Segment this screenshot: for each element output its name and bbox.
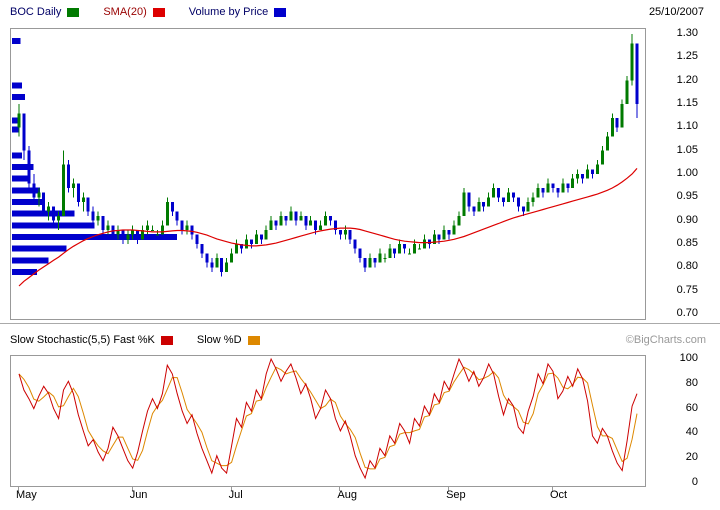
month-label: Jul <box>229 489 243 501</box>
price-tick-label: 1.10 <box>648 120 698 132</box>
price-series-swatch-icon <box>67 8 79 17</box>
price-candlestick-chart <box>11 29 645 319</box>
chart-date-label: 25/10/2007 <box>649 6 704 18</box>
stochastic-tick-label: 0 <box>648 476 698 488</box>
price-chart-frame <box>10 28 646 320</box>
stochastic-tick-label: 40 <box>648 426 698 438</box>
price-tick-label: 0.90 <box>648 214 698 226</box>
month-label: Oct <box>550 489 567 501</box>
stochastic-label: Slow Stochastic(5,5) Fast %K <box>10 334 155 346</box>
price-tick-label: 0.80 <box>648 260 698 272</box>
bigcharts-watermark-link[interactable]: ©BigCharts.com <box>626 334 706 346</box>
price-tick-label: 0.70 <box>648 307 698 319</box>
month-label: May <box>16 489 37 501</box>
stochastic-legend: Slow Stochastic(5,5) Fast %K Slow %D ©Big… <box>0 334 720 348</box>
month-label: Aug <box>337 489 357 501</box>
vbp-series-swatch-icon <box>274 8 286 17</box>
price-tick-label: 1.05 <box>648 144 698 156</box>
stochastic-line-chart <box>11 356 645 486</box>
fast-k-swatch-icon <box>161 336 173 345</box>
stochastic-tick-label: 100 <box>648 352 698 364</box>
vbp-series-label: Volume by Price <box>189 6 268 18</box>
bigcharts-stock-chart-page: BOC Daily SMA(20) Volume by Price 25/10/20… <box>0 0 720 510</box>
price-tick-label: 0.75 <box>648 284 698 296</box>
slow-d-label: Slow %D <box>197 334 242 346</box>
main-chart-legend: BOC Daily SMA(20) Volume by Price 25/10/20… <box>0 6 720 20</box>
price-tick-label: 0.85 <box>648 237 698 249</box>
slow-d-swatch-icon <box>248 336 260 345</box>
sma-series-swatch-icon <box>153 8 165 17</box>
panel-separator <box>0 323 720 324</box>
sma-series-label: SMA(20) <box>103 6 146 18</box>
symbol-series-label: BOC Daily <box>10 6 61 18</box>
stochastic-tick-label: 20 <box>648 451 698 463</box>
price-tick-label: 1.25 <box>648 50 698 62</box>
stochastic-tick-label: 80 <box>648 377 698 389</box>
price-tick-label: 1.30 <box>648 27 698 39</box>
stochastic-chart-frame <box>10 355 646 487</box>
price-tick-label: 0.95 <box>648 190 698 202</box>
price-tick-label: 1.20 <box>648 74 698 86</box>
month-label: Sep <box>446 489 466 501</box>
stochastic-tick-label: 60 <box>648 402 698 414</box>
month-label: Jun <box>130 489 148 501</box>
price-tick-label: 1.15 <box>648 97 698 109</box>
price-tick-label: 1.00 <box>648 167 698 179</box>
